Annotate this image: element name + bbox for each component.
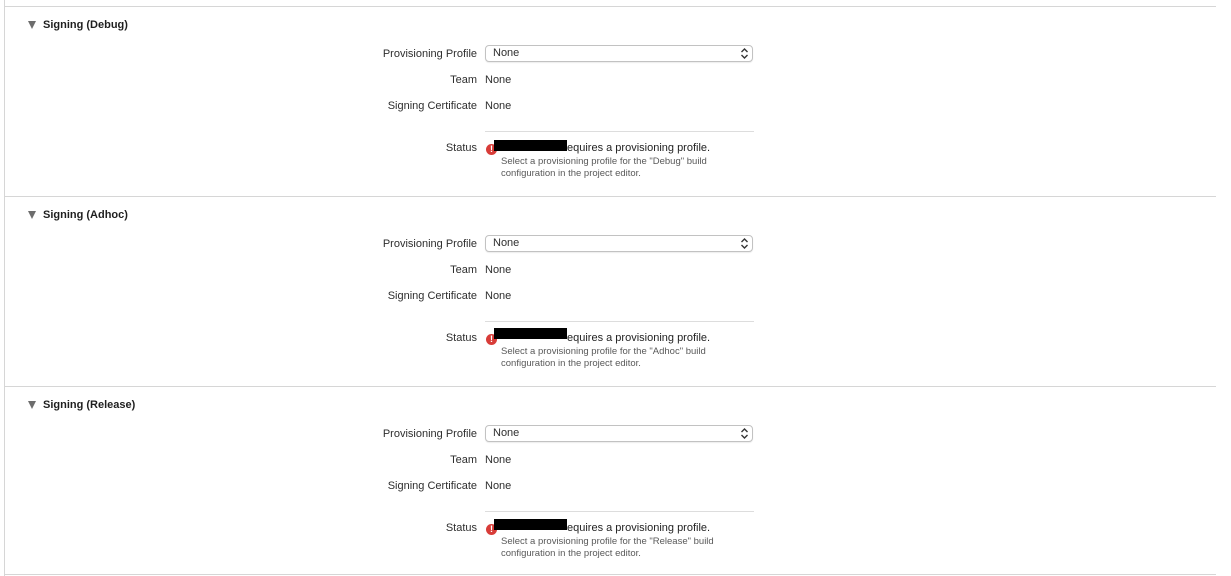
signing-certificate-label: Signing Certificate (387, 480, 477, 492)
section-title: Signing (Adhoc) (43, 209, 128, 221)
redaction-bar (494, 328, 567, 339)
status-detail-line: Select a provisioning profile for the "R… (501, 536, 714, 547)
provisioning-profile-label: Provisioning Profile (382, 48, 477, 60)
signing-certificate-value: None (485, 480, 512, 492)
signing-section-release: Signing (Release) Provisioning Profile N… (0, 386, 1231, 576)
team-value: None (485, 74, 512, 86)
section-header-adhoc[interactable]: Signing (Adhoc) (28, 208, 128, 222)
signing-section-debug: Signing (Debug) Provisioning Profile Non… (0, 6, 1231, 196)
section-header-debug[interactable]: Signing (Debug) (28, 18, 128, 32)
disclosure-triangle-down-icon[interactable] (28, 21, 36, 29)
status-detail-line: configuration in the project editor. (501, 548, 641, 559)
chevron-up-down-icon (741, 238, 748, 249)
signing-certificate-label: Signing Certificate (387, 290, 477, 302)
status-detail: Select a provisioning profile for the "R… (501, 536, 761, 560)
section-title: Signing (Release) (43, 399, 136, 411)
disclosure-triangle-down-icon[interactable] (28, 211, 36, 219)
status-detail-line: configuration in the project editor. (501, 168, 641, 179)
status-message: equires a provisioning profile. (567, 522, 711, 534)
team-value: None (485, 454, 512, 466)
team-label: Team (450, 454, 477, 466)
status-detail: Select a provisioning profile for the "A… (501, 346, 761, 370)
chevron-up-down-icon (741, 48, 748, 59)
section-title: Signing (Debug) (43, 19, 128, 31)
status-label: Status (445, 522, 477, 534)
signing-section-adhoc: Signing (Adhoc) Provisioning Profile Non… (0, 196, 1231, 386)
status-divider (485, 321, 754, 322)
team-value: None (485, 264, 512, 276)
signing-certificate-value: None (485, 290, 512, 302)
status-detail-line: Select a provisioning profile for the "D… (501, 156, 707, 167)
status-message: equires a provisioning profile. (567, 332, 711, 344)
status-message: equires a provisioning profile. (567, 142, 711, 154)
provisioning-profile-label: Provisioning Profile (382, 238, 477, 250)
provisioning-profile-value: None (493, 237, 520, 249)
team-label: Team (450, 74, 477, 86)
team-label: Team (450, 264, 477, 276)
disclosure-triangle-down-icon[interactable] (28, 401, 36, 409)
provisioning-profile-value: None (493, 47, 520, 59)
status-detail-line: configuration in the project editor. (501, 358, 641, 369)
section-divider (5, 574, 1216, 575)
provisioning-profile-label: Provisioning Profile (382, 428, 477, 440)
redaction-bar (494, 519, 567, 530)
redaction-bar (494, 140, 567, 151)
status-detail: Select a provisioning profile for the "D… (501, 156, 761, 180)
signing-certificate-label: Signing Certificate (387, 100, 477, 112)
provisioning-profile-popup[interactable]: None (485, 425, 753, 442)
status-label: Status (445, 142, 477, 154)
chevron-up-down-icon (741, 428, 748, 439)
status-divider (485, 131, 754, 132)
status-divider (485, 511, 754, 512)
provisioning-profile-value: None (493, 427, 520, 439)
provisioning-profile-popup[interactable]: None (485, 235, 753, 252)
provisioning-profile-popup[interactable]: None (485, 45, 753, 62)
status-label: Status (445, 332, 477, 344)
section-header-release[interactable]: Signing (Release) (28, 398, 135, 412)
status-detail-line: Select a provisioning profile for the "A… (501, 346, 706, 357)
signing-certificate-value: None (485, 100, 512, 112)
